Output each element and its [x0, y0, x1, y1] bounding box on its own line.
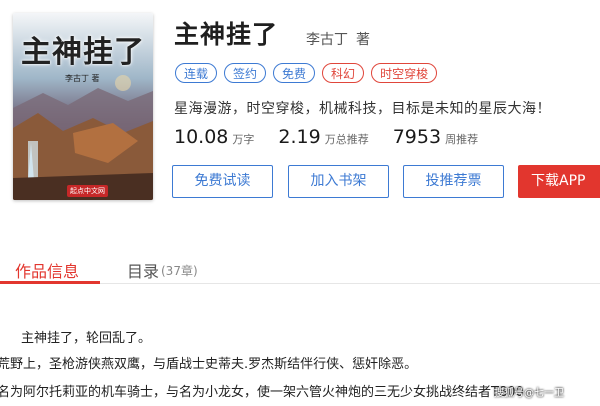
total-recommend-value: 2.19 — [278, 126, 321, 148]
book-cover[interactable]: 主神挂了 李古丁 著 起点中文网 — [13, 13, 153, 200]
vote-recommend-button[interactable]: 投推荐票 — [403, 165, 504, 198]
tag-list: 连载 签约 免费 科幻 时空穿梭 — [175, 63, 438, 83]
author-suffix: 著 — [356, 32, 370, 48]
tag-signed[interactable]: 签约 — [224, 63, 267, 83]
synopsis-line-1: 主神挂了，轮回乱了。 — [21, 331, 152, 346]
weekly-recommend-value: 7953 — [392, 126, 442, 148]
tab-catalog[interactable]: 目录 — [127, 258, 159, 282]
catalog-chapter-count: (37章) — [161, 264, 198, 278]
tag-scifi[interactable]: 科幻 — [322, 63, 365, 83]
add-to-shelf-button[interactable]: 加入书架 — [288, 165, 389, 198]
tag-free[interactable]: 免费 — [273, 63, 316, 83]
total-recommend-unit: 万总推荐 — [324, 133, 369, 146]
book-title: 主神挂了 — [174, 20, 279, 49]
tab-book-info[interactable]: 作品信息 — [15, 258, 79, 282]
author-link[interactable]: 李古丁 — [306, 29, 348, 49]
word-count-unit: 万字 — [232, 133, 255, 146]
tag-time-travel[interactable]: 时空穿梭 — [371, 63, 438, 83]
cover-title: 主神挂了 — [21, 35, 145, 70]
cover-author: 李古丁 著 — [65, 74, 100, 83]
weekly-recommend-unit: 周推荐 — [445, 133, 479, 146]
book-stats: 10.08 万字 2.19 万总推荐 7953 周推荐 — [174, 126, 502, 148]
synopsis-line-3: 名为阿尔托莉亚的机车骑士，与名为小龙女，使一架六管火神炮的三无少女挑战终结者T8… — [0, 385, 524, 400]
word-count-value: 10.08 — [174, 126, 229, 148]
synopsis-line-2: 荒野上，圣枪游侠燕双鹰，与盾战士史蒂夫.罗杰斯结伴行侠、惩奸除恶。 — [0, 357, 418, 372]
free-read-button[interactable]: 免费试读 — [172, 165, 273, 198]
tag-serializing[interactable]: 连载 — [175, 63, 218, 83]
tab-active-indicator — [0, 281, 100, 284]
download-app-button[interactable]: 下载APP 新... — [518, 165, 600, 220]
publisher-logo: 起点中文网 — [67, 185, 108, 197]
book-intro: 星海漫游，时空穿梭，机械科技，目标是未知的星辰大海！ — [174, 101, 551, 117]
watermark: 搜狐号@七一卫 — [494, 388, 564, 399]
